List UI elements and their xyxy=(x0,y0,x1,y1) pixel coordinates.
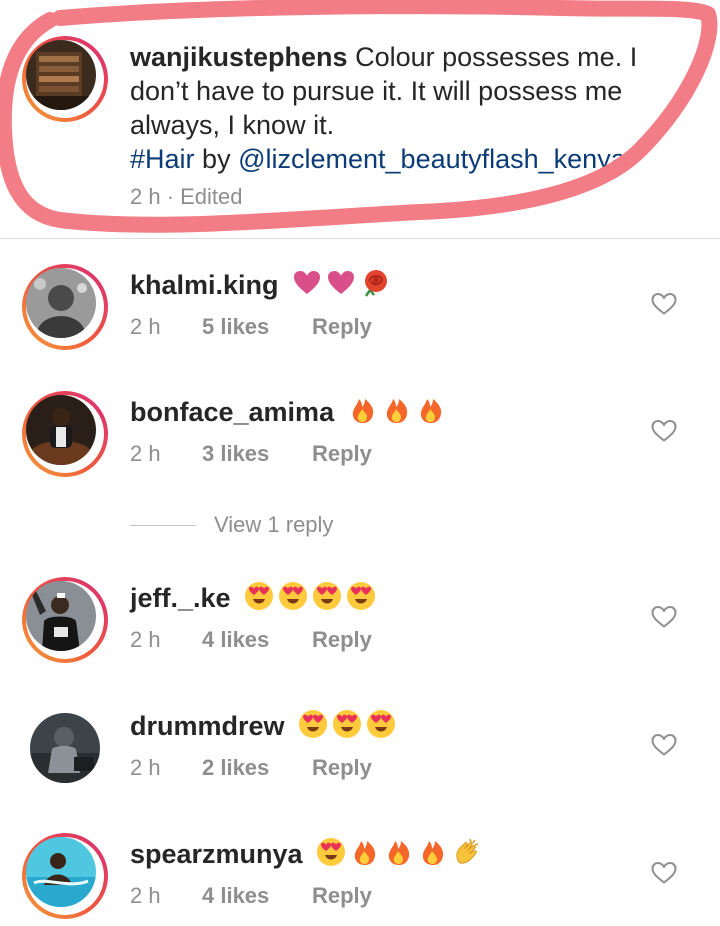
reply-button[interactable]: Reply xyxy=(312,314,372,340)
comment-likes[interactable]: 3 likes xyxy=(202,441,312,467)
like-heart-icon[interactable] xyxy=(651,733,677,757)
comment-meta: 2 h 4 likes Reply xyxy=(130,883,372,909)
commenter-avatar[interactable] xyxy=(22,833,108,919)
comment-meta: 2 h 2 likes Reply xyxy=(130,755,372,781)
comment-meta: 2 h 3 likes Reply xyxy=(130,441,372,467)
fire-emoji xyxy=(354,841,376,865)
comment-item: drummdrew 2 h 2 likes Reply xyxy=(0,705,720,825)
comment-line: bonface_amima xyxy=(130,395,446,429)
like-heart-icon[interactable] xyxy=(651,861,677,885)
caption-hashtag[interactable]: #Hair xyxy=(130,144,195,174)
heart-emoji xyxy=(328,271,355,294)
comment-username[interactable]: spearzmunya xyxy=(130,839,303,869)
comment-likes[interactable]: 2 likes xyxy=(202,755,312,781)
heart-eyes-emoji xyxy=(279,582,308,610)
reply-button[interactable]: Reply xyxy=(312,441,372,467)
commenter-avatar[interactable] xyxy=(22,705,108,791)
commenter-avatar[interactable] xyxy=(22,264,108,350)
comment-username[interactable]: bonface_amima xyxy=(130,397,334,427)
rose-emoji xyxy=(365,270,388,297)
fire-emoji xyxy=(388,841,410,865)
reply-button[interactable]: Reply xyxy=(312,755,372,781)
comment-time: 2 h xyxy=(130,314,161,339)
view-replies-line xyxy=(130,524,196,526)
caption-text: wanjikustephens Colour possesses me. I d… xyxy=(130,40,690,176)
heart-eyes-emoji xyxy=(299,710,328,738)
heart-eyes-emoji xyxy=(347,582,376,610)
view-replies-button[interactable]: View 1 reply xyxy=(214,512,333,538)
comment-time: 2 h xyxy=(130,883,161,908)
fire-emoji xyxy=(352,399,373,423)
like-heart-icon[interactable] xyxy=(651,292,677,316)
commenter-avatar[interactable] xyxy=(22,391,108,477)
comment-line: jeff._.ke xyxy=(130,581,376,615)
heart-eyes-emoji xyxy=(313,582,342,610)
like-heart-icon[interactable] xyxy=(651,605,677,629)
caption-avatar[interactable] xyxy=(22,36,108,122)
caption-username[interactable]: wanjikustephens xyxy=(130,42,348,72)
comment-likes[interactable]: 4 likes xyxy=(202,627,312,653)
reply-button[interactable]: Reply xyxy=(312,627,372,653)
comment-item: bonface_amima 2 h 3 likes Reply xyxy=(0,391,720,511)
heart-eyes-emoji xyxy=(317,838,346,866)
comment-username[interactable]: jeff._.ke xyxy=(130,583,231,613)
caption-by: by xyxy=(202,144,231,174)
comment-item: spearzmunya 2 h 4 likes Reply xyxy=(0,833,720,926)
comment-line: drummdrew xyxy=(130,709,396,743)
caption-mention[interactable]: @lizclement_beautyflash_kenya xyxy=(238,144,626,174)
fire-emoji xyxy=(422,841,444,865)
post-caption: wanjikustephens Colour possesses me. I d… xyxy=(0,0,720,236)
comment-line: khalmi.king xyxy=(130,268,390,302)
caption-meta: 2 h · Edited xyxy=(130,184,243,209)
reply-button[interactable]: Reply xyxy=(312,883,372,909)
comment-username[interactable]: drummdrew xyxy=(130,711,285,741)
comment-item: jeff._.ke 2 h 4 likes Reply xyxy=(0,577,720,697)
comment-meta: 2 h 5 likes Reply xyxy=(130,314,372,340)
like-heart-icon[interactable] xyxy=(651,419,677,443)
heart-emoji xyxy=(294,271,321,294)
comment-likes[interactable]: 5 likes xyxy=(202,314,312,340)
comment-item: khalmi.king 2 h 5 likes Reply xyxy=(0,264,720,384)
view-replies: View 1 reply xyxy=(130,508,333,542)
comment-time: 2 h xyxy=(130,627,161,652)
comment-meta: 2 h 4 likes Reply xyxy=(130,627,372,653)
heart-eyes-emoji xyxy=(245,582,274,610)
clap-emoji xyxy=(456,838,479,864)
heart-eyes-emoji xyxy=(333,710,362,738)
fire-emoji xyxy=(420,399,441,423)
commenter-avatar[interactable] xyxy=(22,577,108,663)
comment-username[interactable]: khalmi.king xyxy=(130,270,279,300)
comment-time: 2 h xyxy=(130,755,161,780)
comment-line: spearzmunya xyxy=(130,837,482,871)
comment-time: 2 h xyxy=(130,441,161,466)
fire-emoji xyxy=(386,399,407,423)
divider xyxy=(0,238,720,239)
heart-eyes-emoji xyxy=(367,710,396,738)
comment-likes[interactable]: 4 likes xyxy=(202,883,312,909)
